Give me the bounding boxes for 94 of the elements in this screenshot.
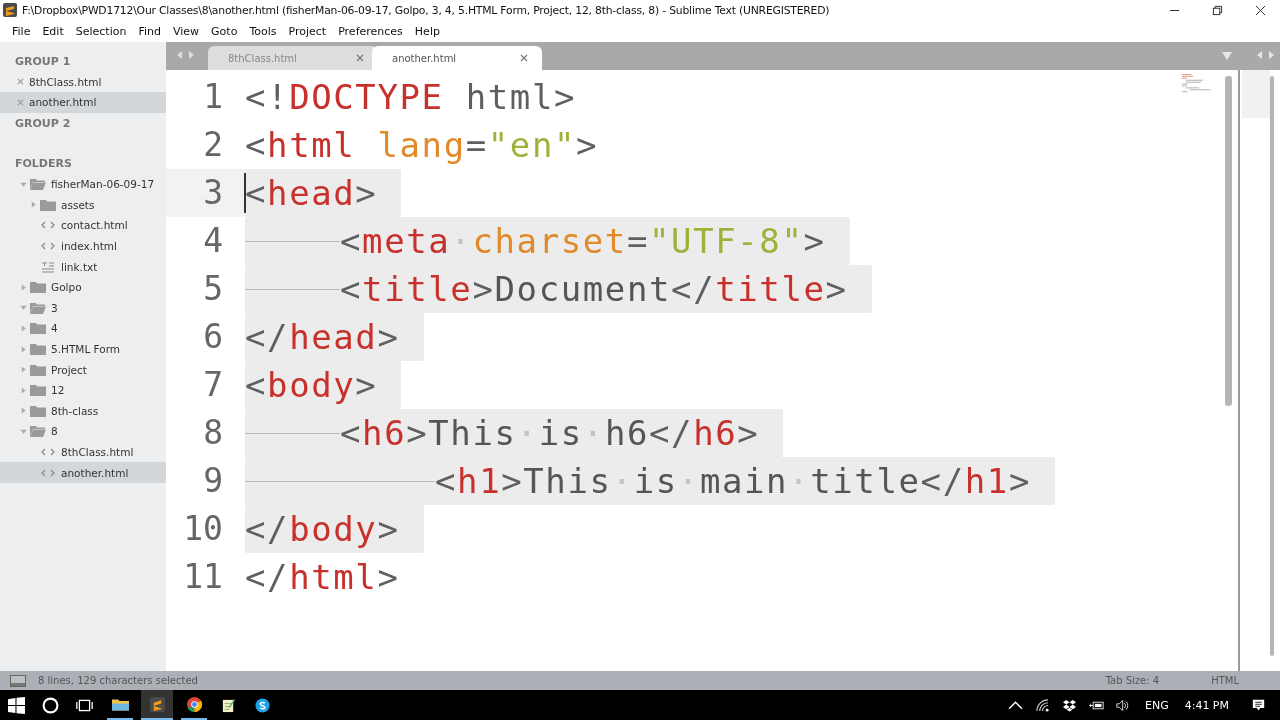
- chevron-up-icon[interactable]: [1007, 698, 1023, 712]
- menu-item[interactable]: Project: [282, 24, 333, 38]
- folder-icon: [30, 384, 46, 397]
- menu-item[interactable]: Preferences: [332, 24, 409, 38]
- scrollbar[interactable]: [1270, 76, 1274, 656]
- input-language[interactable]: ENG: [1144, 698, 1169, 712]
- folder-icon: [111, 696, 129, 712]
- open-folder-icon: [30, 178, 46, 191]
- empty-pane-header: [1242, 70, 1270, 118]
- open-file-item[interactable]: another.html: [0, 92, 166, 113]
- expand-arrow-icon[interactable]: [20, 345, 27, 353]
- tree-item[interactable]: 4: [0, 318, 166, 339]
- tree-item[interactable]: Golpo: [0, 276, 166, 298]
- notification-icon[interactable]: [1251, 698, 1266, 712]
- close-icon[interactable]: [1255, 4, 1266, 16]
- folder-icon: [30, 363, 46, 376]
- group-title: GROUP 2: [15, 116, 71, 130]
- expand-arrow-icon[interactable]: [20, 324, 27, 332]
- tree-item[interactable]: 3: [0, 297, 166, 319]
- code-file-icon: [40, 446, 56, 458]
- window-title: F:\Dropbox\PWD1712\Our Classes\8\another.html (fisherMan-06-09-17, Golpo, 3, 4, 5.HTML Form, Project, 12, 8th-class, 8) - Sublime Text (UNREGISTERED): [22, 3, 830, 17]
- windows-start-icon[interactable]: [8, 696, 25, 714]
- collapse-arrow-icon[interactable]: [20, 304, 27, 312]
- skype-icon: [253, 697, 271, 713]
- line-number: 9: [202, 460, 224, 502]
- text-file-icon: [40, 260, 56, 273]
- line-number: 6: [202, 316, 224, 358]
- menu-item[interactable]: View: [167, 24, 206, 38]
- sublime-logo-icon: [3, 3, 17, 17]
- group-title: GROUP 1: [15, 54, 71, 68]
- code-line: <!DOCTYPE html>: [245, 76, 578, 119]
- menu-item[interactable]: Selection: [69, 24, 133, 38]
- tree-item[interactable]: index.html: [0, 235, 166, 257]
- search-icon[interactable]: [42, 696, 59, 714]
- file-tab[interactable]: another.html: [372, 46, 542, 70]
- tree-item[interactable]: fisherMan-06-09-17: [0, 173, 166, 195]
- panel-toggle-icon[interactable]: [10, 674, 26, 687]
- clock[interactable]: 4:41 PM: [1184, 698, 1229, 712]
- tree-item[interactable]: assets: [0, 194, 166, 216]
- open-folder-icon: [30, 301, 46, 314]
- dropbox-icon[interactable]: [1061, 698, 1077, 712]
- tab-scroll-arrows-icon[interactable]: [176, 50, 196, 60]
- expand-arrow-icon[interactable]: [30, 201, 37, 209]
- line-number: 8: [202, 412, 224, 454]
- tree-item[interactable]: 5.HTML Form: [0, 338, 166, 360]
- menu-item[interactable]: Help: [408, 24, 446, 38]
- menu-item[interactable]: Find: [132, 24, 167, 38]
- tree-item[interactable]: 8thClass.html: [0, 441, 166, 463]
- expand-arrow-icon[interactable]: [20, 283, 27, 291]
- menu-item[interactable]: File: [6, 24, 37, 38]
- code-line: </html>: [245, 556, 401, 599]
- tree-item[interactable]: 8th-class: [0, 400, 166, 422]
- tab-scroll-arrows-icon[interactable]: [1256, 50, 1276, 60]
- collapse-arrow-icon[interactable]: [20, 180, 27, 188]
- tree-item[interactable]: contact.html: [0, 215, 166, 236]
- folders-title: FOLDERS: [15, 157, 72, 171]
- restore-icon[interactable]: [1212, 4, 1223, 16]
- chrome-browser-icon: [185, 696, 203, 712]
- line-number: 4: [202, 220, 224, 262]
- volume-icon[interactable]: [1115, 698, 1131, 712]
- code-line: <html lang="en">: [245, 124, 600, 167]
- expand-arrow-icon[interactable]: [20, 407, 27, 415]
- folder-icon: [40, 198, 56, 211]
- folder-icon: [30, 322, 46, 335]
- scrollbar[interactable]: [1225, 76, 1232, 406]
- line-number: 11: [182, 556, 224, 598]
- tree-item[interactable]: link.txt: [0, 256, 166, 277]
- line-number: 10: [182, 508, 224, 550]
- line-number: 2: [202, 124, 224, 166]
- open-file-item[interactable]: 8thClass.html: [0, 71, 166, 93]
- wifi-icon[interactable]: [1034, 698, 1050, 712]
- line-number: 1: [202, 76, 224, 118]
- status-message: 8 lines, 129 characters selected: [38, 675, 198, 686]
- folder-icon: [30, 404, 46, 417]
- expand-arrow-icon[interactable]: [20, 366, 27, 374]
- line-number: 7: [202, 364, 224, 406]
- tree-item[interactable]: another.html: [0, 462, 166, 483]
- menu-item[interactable]: Goto: [205, 24, 244, 38]
- tree-item[interactable]: 8: [0, 421, 166, 442]
- taskbar-app[interactable]: [141, 690, 173, 720]
- menu-item[interactable]: Edit: [36, 24, 70, 38]
- open-folder-icon: [30, 425, 46, 438]
- folder-icon: [30, 343, 46, 355]
- line-number: 5: [202, 268, 224, 310]
- tree-item[interactable]: 12: [0, 379, 166, 401]
- expand-arrow-icon[interactable]: [20, 386, 27, 394]
- sublime-logo-icon: [148, 696, 166, 712]
- tree-item[interactable]: Project: [0, 359, 166, 380]
- line-number: 3: [166, 169, 245, 217]
- collapse-arrow-icon[interactable]: [20, 427, 27, 435]
- folder-icon: [30, 281, 46, 294]
- tab-size-indicator[interactable]: Tab Size: 4: [1105, 675, 1160, 686]
- dropdown-arrow-icon[interactable]: [1222, 52, 1232, 60]
- menu-item[interactable]: Tools: [243, 24, 283, 38]
